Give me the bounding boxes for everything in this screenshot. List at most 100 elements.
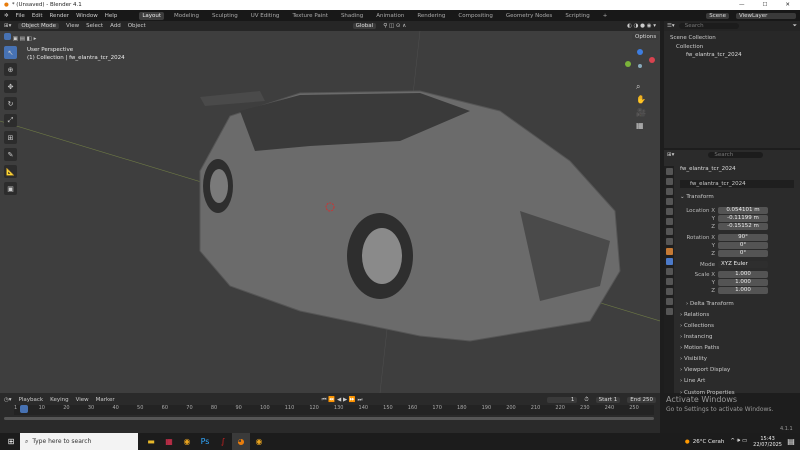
timeline-ruler[interactable]: 1 10 20 30 40 50 60 70 80 90 100 110 120 130 140 150 160… — [14, 405, 654, 415]
menu-help[interactable]: Help — [105, 13, 118, 19]
menu-playback[interactable]: Playback — [19, 397, 44, 403]
scene-selector[interactable]: Scene — [706, 12, 729, 19]
menu-window[interactable]: Window — [76, 13, 98, 19]
tab-rendering[interactable]: Rendering — [414, 12, 448, 20]
tab-modeling[interactable]: Modeling — [171, 12, 202, 20]
menu-keying[interactable]: Keying — [50, 397, 68, 403]
clock[interactable]: 15:43 22/07/2025 — [753, 436, 782, 448]
viewport-display-section[interactable]: › Viewport Display — [680, 367, 730, 373]
tab-sculpting[interactable]: Sculpting — [209, 12, 241, 20]
line-art-section[interactable]: › Line Art — [680, 378, 705, 384]
transform-section[interactable]: ⌄ Transform — [680, 194, 714, 200]
tab-shading[interactable]: Shading — [338, 12, 366, 20]
chrome-icon[interactable]: ◉ — [178, 433, 196, 450]
collections-section[interactable]: › Collections — [680, 323, 714, 329]
scale-x-field[interactable]: 1.000 — [718, 271, 768, 278]
location-x-field[interactable]: 0.054101 m — [718, 207, 768, 214]
menu-edit[interactable]: Edit — [32, 13, 43, 19]
windows-start-icon[interactable]: ⊞ — [2, 433, 20, 450]
maximize-button[interactable]: ☐ — [762, 2, 767, 8]
rotation-x-field[interactable]: 90° — [718, 234, 768, 241]
menu-file[interactable]: File — [16, 13, 25, 19]
weather-widget[interactable]: ● 26°C Cerah — [685, 439, 725, 445]
instancing-section[interactable]: › Instancing — [680, 334, 712, 340]
editor-type-icon[interactable]: ☰▾ — [667, 23, 675, 29]
snap-icon[interactable]: ⚲ ◫ ⊙ ∧ — [383, 23, 406, 29]
move-tool-icon[interactable]: ✥ — [4, 80, 17, 93]
menu-marker[interactable]: Marker — [96, 397, 115, 403]
notification-icon[interactable]: ▤ — [782, 433, 800, 450]
menu-add[interactable]: Add — [110, 23, 121, 29]
selection-mode-buttons[interactable]: ▣ ▤ ◧ ▸ — [4, 33, 36, 42]
object-item[interactable]: fw_elantra_tcr_2024 — [670, 51, 794, 60]
tab-animation[interactable]: Animation — [373, 12, 407, 20]
scene-collection-item[interactable]: Scene Collection — [670, 34, 794, 43]
acrobat-icon[interactable]: ∫ — [214, 433, 232, 450]
filter-icon[interactable]: ⏷ — [793, 23, 797, 30]
add-workspace-button[interactable]: + — [600, 12, 611, 20]
transform-orientation-selector[interactable]: Global — [352, 23, 377, 29]
file-explorer-icon[interactable]: ▬ — [142, 433, 160, 450]
navigation-gizmo[interactable]: ⌕ ✋ 🎥 ▦ — [622, 44, 658, 134]
visibility-section[interactable]: › Visibility — [680, 356, 707, 362]
scale-y-field[interactable]: 1.000 — [718, 279, 768, 286]
minimize-button[interactable]: — — [739, 2, 745, 8]
rotation-mode-select[interactable]: XYZ Euler — [718, 261, 768, 268]
app-icon[interactable]: ▦ — [160, 433, 178, 450]
playhead[interactable] — [20, 405, 28, 413]
chrome-icon[interactable]: ◉ — [250, 433, 268, 450]
mode-selector[interactable]: Object Mode — [18, 23, 60, 29]
outliner-search[interactable]: Search — [678, 23, 739, 29]
editor-type-icon[interactable]: ⊞▾ — [4, 23, 11, 29]
menu-render[interactable]: Render — [49, 13, 69, 19]
properties-tabs[interactable] — [664, 166, 674, 393]
properties-search[interactable]: Search — [708, 152, 764, 158]
rotate-tool-icon[interactable]: ↻ — [4, 97, 17, 110]
end-frame-field[interactable]: End 250 — [627, 397, 656, 403]
system-tray-icons[interactable]: ^ 🕪 ▭ — [730, 438, 747, 445]
scale-tool-icon[interactable]: ⤢ — [4, 114, 17, 127]
cursor-tool-icon[interactable]: ⊕ — [4, 63, 17, 76]
close-button[interactable]: ✕ — [785, 2, 790, 8]
options-button[interactable]: Options — [632, 34, 660, 40]
view-layer-selector[interactable]: ViewLayer — [736, 12, 796, 19]
timeline-scrollbar[interactable] — [4, 417, 654, 420]
tab-scripting[interactable]: Scripting — [562, 12, 592, 20]
measure-tool-icon[interactable]: 📐 — [4, 165, 17, 178]
rotation-z-field[interactable]: 0° — [718, 250, 768, 257]
annotate-tool-icon[interactable]: ✎ — [4, 148, 17, 161]
tab-compositing[interactable]: Compositing — [455, 12, 495, 20]
relations-section[interactable]: › Relations — [680, 312, 709, 318]
playback-controls[interactable]: ⏮ ⏪ ◀ ▶ ⏩ ⏭ — [322, 397, 363, 404]
transform-tool-icon[interactable]: ⊞ — [4, 131, 17, 144]
tab-layout[interactable]: Layout — [139, 11, 165, 20]
object-name-field[interactable]: fw_elantra_tcr_2024 — [680, 180, 794, 188]
menu-view[interactable]: View — [76, 397, 89, 403]
stopwatch-icon[interactable]: ⏱ — [584, 397, 588, 404]
editor-type-icon[interactable]: ⊞▾ — [667, 152, 674, 158]
tab-uv-editing[interactable]: UV Editing — [248, 12, 283, 20]
photoshop-icon[interactable]: Ps — [196, 433, 214, 450]
tab-geometry-nodes[interactable]: Geometry Nodes — [503, 12, 555, 20]
editor-type-icon[interactable]: ◷▾ — [4, 397, 12, 403]
start-frame-field[interactable]: Start 1 — [595, 397, 621, 403]
shading-buttons[interactable]: ◐ ◑ ● ◉ ▾ — [627, 23, 656, 29]
add-cube-tool-icon[interactable]: ▣ — [4, 182, 17, 195]
menu-select[interactable]: Select — [86, 23, 103, 29]
delta-transform-section[interactable]: › Delta Transform — [686, 301, 734, 307]
location-y-field[interactable]: -0.11199 m — [718, 215, 768, 222]
menu-object[interactable]: Object — [128, 23, 146, 29]
collection-item[interactable]: Collection — [670, 43, 794, 52]
scale-z-field[interactable]: 1.000 — [718, 287, 768, 294]
select-tool-icon[interactable]: ↖ — [4, 46, 17, 59]
location-z-field[interactable]: -0.15152 m — [718, 223, 768, 230]
3d-viewport[interactable] — [0, 31, 660, 393]
menu-view[interactable]: View — [66, 23, 79, 29]
rotation-y-field[interactable]: 0° — [718, 242, 768, 249]
motion-paths-section[interactable]: › Motion Paths — [680, 345, 719, 351]
current-frame-field[interactable]: 1 — [547, 397, 578, 403]
blender-menu-icon[interactable]: ✲ — [4, 13, 9, 19]
tab-texture-paint[interactable]: Texture Paint — [289, 12, 331, 20]
taskbar-search[interactable]: ⌕ Type here to search — [20, 433, 138, 450]
blender-taskbar-icon[interactable]: ◕ — [232, 433, 250, 450]
